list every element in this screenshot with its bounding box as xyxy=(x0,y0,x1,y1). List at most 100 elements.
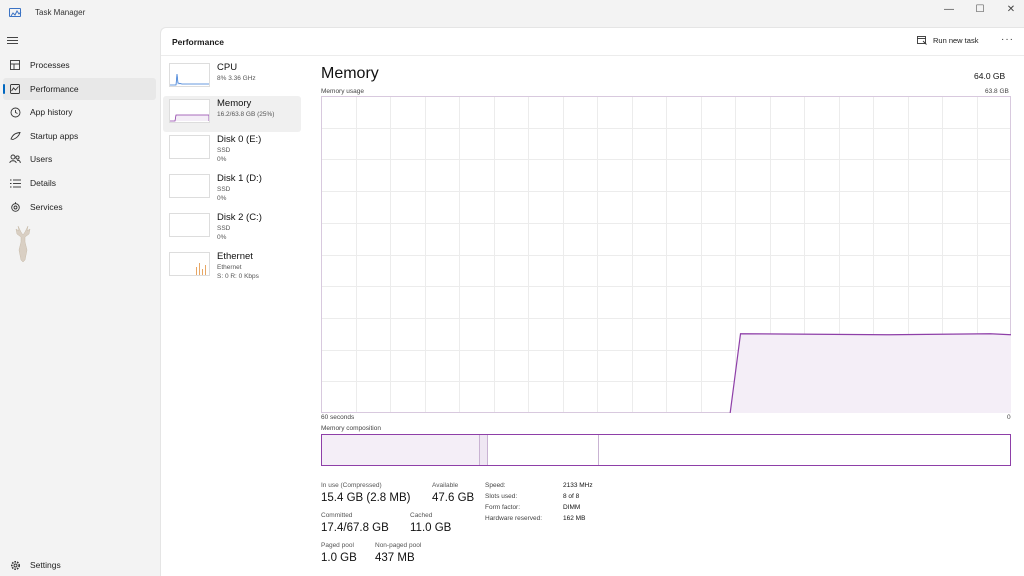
run-task-icon xyxy=(917,36,927,45)
slots-used-label: Slots used: xyxy=(485,493,518,500)
device-name: Disk 1 (D:) xyxy=(217,173,262,184)
sidebar-item-settings[interactable]: Settings xyxy=(3,554,156,576)
form-factor-value: DIMM xyxy=(563,504,581,511)
page-title: Performance xyxy=(172,37,224,47)
paged-pool-value: 1.0 GB xyxy=(321,552,357,564)
services-icon xyxy=(8,200,22,214)
device-item-disk-2[interactable]: Disk 2 (C:) SSD 0% xyxy=(163,210,301,246)
device-item-disk-1[interactable]: Disk 1 (D:) SSD 0% xyxy=(163,171,301,207)
device-item-cpu[interactable]: CPU 8% 3.36 GHz xyxy=(163,60,301,96)
cpu-thumbnail-graph xyxy=(169,63,210,87)
memory-composition-bar xyxy=(321,434,1011,466)
more-options-button[interactable]: ··· xyxy=(1001,34,1014,45)
hardware-reserved-value: 162 MB xyxy=(563,515,586,522)
committed-value: 17.4/67.8 GB xyxy=(321,522,389,534)
minimize-button[interactable]: — xyxy=(939,2,959,18)
run-new-task-button[interactable]: Run new task xyxy=(917,36,978,45)
details-icon xyxy=(8,176,22,190)
performance-icon xyxy=(8,82,22,96)
form-factor-label: Form factor: xyxy=(485,504,521,511)
settings-label: Settings xyxy=(30,560,61,570)
device-detail: 0% xyxy=(217,195,227,202)
available-label: Available xyxy=(432,482,459,489)
device-detail: Ethernet xyxy=(217,264,242,271)
disk-0-thumbnail-graph xyxy=(169,135,210,159)
close-button[interactable]: ✕ xyxy=(1001,2,1021,18)
sidebar: Processes Performance App history Startu… xyxy=(0,28,160,576)
graph-time-left-label: 60 seconds xyxy=(321,414,355,421)
device-name: CPU xyxy=(217,62,238,73)
committed-label: Committed xyxy=(321,512,353,519)
sidebar-item-label: Details xyxy=(30,178,56,188)
memory-usage-graph xyxy=(321,96,1011,413)
speed-label: Speed: xyxy=(485,482,506,489)
speed-value: 2133 MHz xyxy=(563,482,593,489)
page-header: Performance Run new task ··· xyxy=(161,28,1024,56)
device-detail: 0% xyxy=(217,156,227,163)
processes-icon xyxy=(8,58,22,72)
graph-time-right-label: 0 xyxy=(1007,414,1011,421)
sidebar-item-performance[interactable]: Performance xyxy=(3,78,156,100)
device-item-ethernet[interactable]: Ethernet Ethernet S: 0 R: 0 Kbps xyxy=(163,249,301,285)
hardware-reserved-label: Hardware reserved: xyxy=(485,515,543,522)
sidebar-item-label: Users xyxy=(30,154,53,164)
sidebar-item-label: App history xyxy=(30,107,73,117)
composition-modified-segment xyxy=(480,435,489,465)
composition-in-use-segment xyxy=(322,435,481,465)
memory-thumbnail-graph xyxy=(169,99,210,123)
device-name: Ethernet xyxy=(217,251,253,262)
settings-gear-icon xyxy=(8,558,22,572)
device-item-disk-0[interactable]: Disk 0 (E:) SSD 0% xyxy=(163,132,301,168)
cached-value: 11.0 GB xyxy=(410,522,452,534)
device-detail: SSD xyxy=(217,186,231,193)
non-paged-pool-value: 437 MB xyxy=(375,552,415,564)
cached-label: Cached xyxy=(410,512,433,519)
device-detail: S: 0 R: 0 Kbps xyxy=(217,273,259,280)
active-indicator xyxy=(3,84,5,94)
sidebar-item-label: Services xyxy=(30,202,63,212)
slots-used-value: 8 of 8 xyxy=(563,493,580,500)
available-value: 47.6 GB xyxy=(432,492,475,504)
device-detail: 16.2/63.8 GB (25%) xyxy=(217,111,275,118)
sidebar-item-startup-apps[interactable]: Startup apps xyxy=(3,125,156,147)
sidebar-item-processes[interactable]: Processes xyxy=(3,54,156,76)
sidebar-item-details[interactable]: Details xyxy=(3,172,156,194)
sidebar-item-users[interactable]: Users xyxy=(3,148,156,170)
sidebar-item-label: Startup apps xyxy=(30,131,79,141)
memory-usage-area xyxy=(730,333,1011,413)
sidebar-item-label: Performance xyxy=(30,84,79,94)
sidebar-item-services[interactable]: Services xyxy=(3,196,156,218)
device-name: Memory xyxy=(217,98,252,109)
window-title: Task Manager xyxy=(35,8,86,17)
memory-usage-label: Memory usage xyxy=(321,88,364,95)
memory-usage-max: 63.8 GB xyxy=(985,88,1009,95)
detail-title: Memory xyxy=(321,65,379,82)
deer-mascot-icon xyxy=(9,224,37,264)
disk-2-thumbnail-graph xyxy=(169,213,210,237)
maximize-button[interactable]: ☐ xyxy=(970,2,990,18)
hamburger-menu-icon[interactable] xyxy=(7,35,21,47)
ethernet-thumbnail-graph xyxy=(169,252,210,276)
device-detail: SSD xyxy=(217,225,231,232)
title-bar: Task Manager — ☐ ✕ xyxy=(0,0,1024,26)
non-paged-pool-label: Non-paged pool xyxy=(375,542,422,549)
device-detail: 8% 3.36 GHz xyxy=(217,75,256,82)
device-detail: SSD xyxy=(217,147,231,154)
in-use-label: In use (Compressed) xyxy=(321,482,382,489)
startup-apps-icon xyxy=(8,129,22,143)
disk-1-thumbnail-graph xyxy=(169,174,210,198)
run-new-task-label: Run new task xyxy=(933,36,979,45)
sidebar-item-label: Processes xyxy=(30,60,70,70)
device-detail: 0% xyxy=(217,234,227,241)
in-use-value: 15.4 GB (2.8 MB) xyxy=(321,492,411,504)
composition-standby-segment xyxy=(489,435,599,465)
sidebar-item-app-history[interactable]: App history xyxy=(3,101,156,123)
device-name: Disk 2 (C:) xyxy=(217,212,262,223)
device-item-memory[interactable]: Memory 16.2/63.8 GB (25%) xyxy=(163,96,301,132)
memory-composition-label: Memory composition xyxy=(321,425,381,432)
task-manager-app-icon xyxy=(9,8,22,17)
paged-pool-label: Paged pool xyxy=(321,542,354,549)
users-icon xyxy=(8,152,22,166)
device-name: Disk 0 (E:) xyxy=(217,134,262,145)
memory-total: 64.0 GB xyxy=(974,71,1006,81)
